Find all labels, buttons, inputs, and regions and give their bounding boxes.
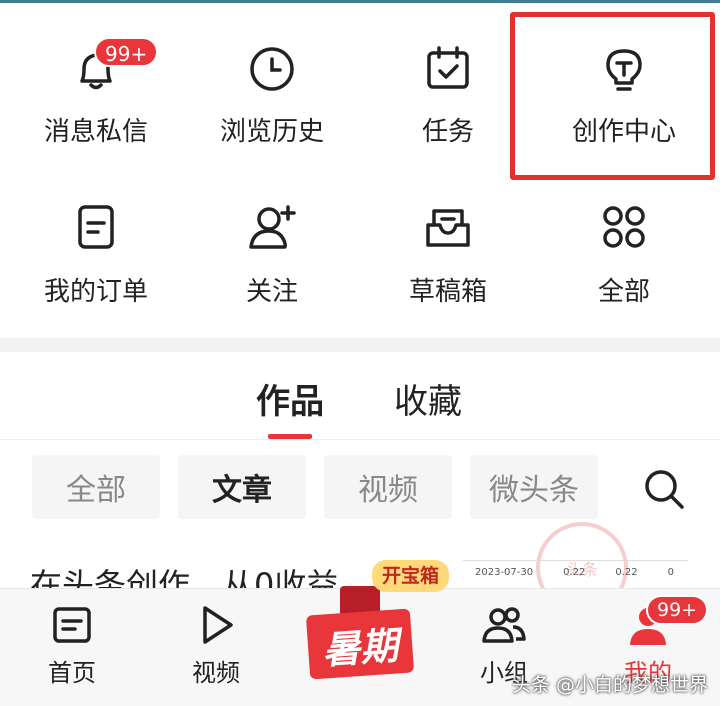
filter-articles[interactable]: 文章 [178,455,306,519]
article-thumbnail: 2023-07-30 0.22 0.22 0 [463,560,688,590]
inbox-icon [418,197,478,257]
tasks-label: 任务 [421,117,474,147]
clock-icon [242,39,302,99]
nav-video-label: 视频 [192,659,240,687]
orders-label: 我的订单 [43,277,148,307]
drafts-label: 草稿箱 [408,277,487,307]
summer-promo-button[interactable]: 暑期 [300,586,420,682]
thumb-value-1: 0.22 [563,567,586,578]
search-icon[interactable] [642,467,686,511]
messages-item[interactable]: 99+ 消息私信 [8,3,184,153]
nav-home[interactable]: 首页 [12,589,132,706]
filter-bar: 全部 文章 视频 微头条 [0,455,720,521]
creator-center-highlight-box [510,12,715,180]
history-label: 浏览历史 [219,117,324,147]
drafts-item[interactable]: 草稿箱 [360,181,536,331]
tab-works[interactable]: 作品 [256,374,324,423]
home-list-icon [48,601,96,649]
content-tabs: 作品 收藏 [0,352,720,440]
profile-icon: 99+ [624,595,709,649]
order-doc-icon [66,197,126,257]
all-item[interactable]: 全部 [536,181,712,331]
play-icon [192,601,240,649]
tab-favorites[interactable]: 收藏 [394,374,462,423]
active-tab-indicator [268,434,312,439]
thumb-date: 2023-07-30 [475,567,534,578]
user-add-icon [242,197,302,257]
filter-videos[interactable]: 视频 [324,455,452,519]
section-separator [0,338,720,352]
watermark: 头条 @小白的梦想世界 [512,674,709,696]
nav-video[interactable]: 视频 [156,589,276,706]
all-label: 全部 [597,277,650,307]
following-item[interactable]: 关注 [184,181,360,331]
thumb-value-2: 0.22 [615,567,638,578]
calendar-check-icon [418,39,478,99]
orders-item[interactable]: 我的订单 [8,181,184,331]
filter-micro-posts[interactable]: 微头条 [470,455,598,519]
grid-circles-icon [594,197,654,257]
group-icon [480,601,528,649]
following-label: 关注 [245,277,298,307]
history-item[interactable]: 浏览历史 [184,3,360,153]
nav-mine-badge: 99+ [646,595,709,625]
messages-label: 消息私信 [43,117,148,147]
messages-badge: 99+ [94,37,159,67]
filter-all[interactable]: 全部 [32,455,160,519]
bell-icon: 99+ [66,37,159,99]
nav-home-label: 首页 [48,659,96,687]
summer-label: 暑期 [305,608,415,680]
open-treasure-badge[interactable]: 开宝箱 [372,560,450,592]
thumb-value-3: 0 [667,567,675,578]
